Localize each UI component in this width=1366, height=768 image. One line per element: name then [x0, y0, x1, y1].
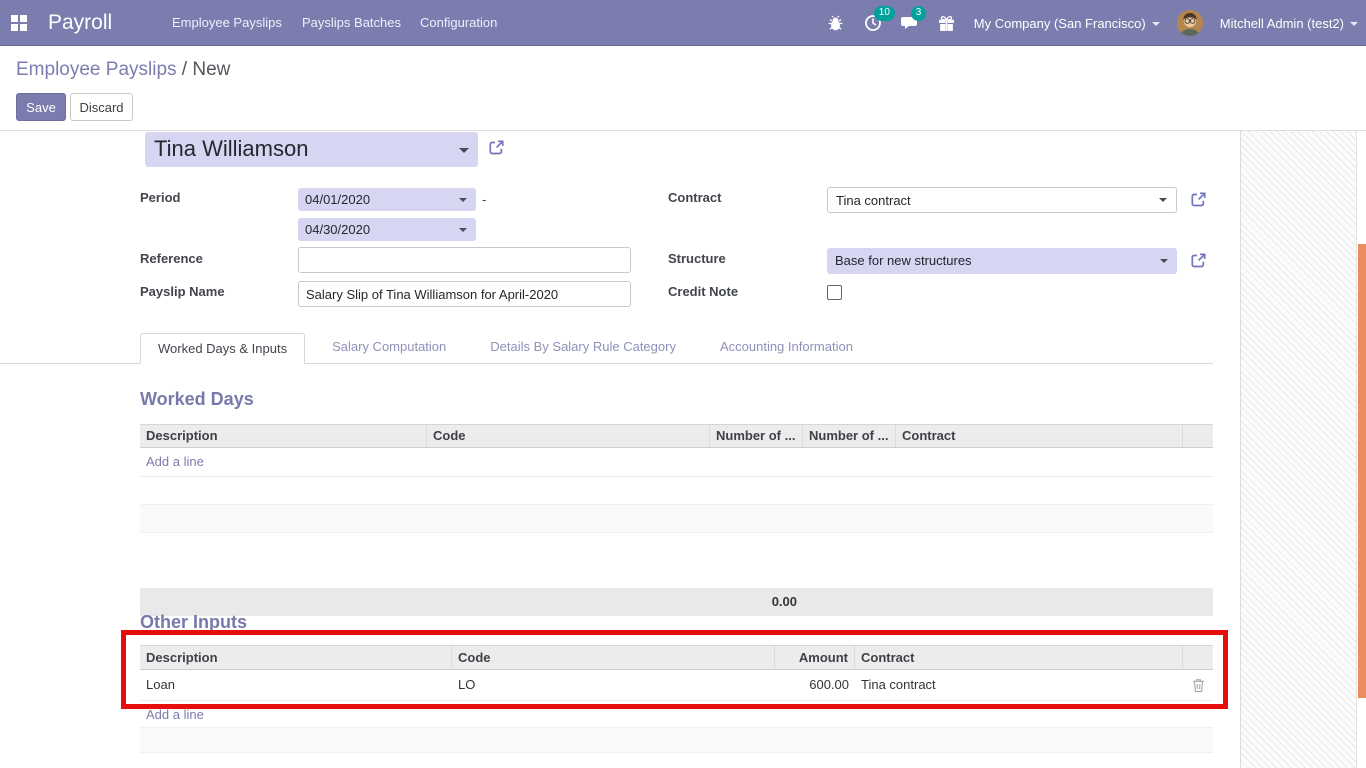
menu-payslips-batches[interactable]: Payslips Batches	[302, 0, 401, 46]
worked-days-add-line-row: Add a line	[140, 448, 1213, 477]
payroll-app-window: Payroll Employee Payslips Payslips Batch…	[0, 0, 1366, 768]
worked-days-table: Description Code Number of ... Number of…	[140, 424, 1213, 616]
contract-field[interactable]: Tina contract	[827, 187, 1177, 213]
chevron-down-icon	[1159, 198, 1167, 202]
column-header-contract[interactable]: Contract	[855, 646, 1183, 669]
structure-field[interactable]: Base for new structures	[827, 248, 1177, 274]
menu-employee-payslips[interactable]: Employee Payslips	[172, 0, 282, 46]
user-menu[interactable]: Mitchell Admin (test2)	[1220, 16, 1358, 31]
worked-days-total-row: 0.00	[140, 588, 1213, 616]
empty-row	[140, 477, 1213, 505]
empty-row	[140, 727, 1213, 753]
empty-row	[140, 533, 1213, 561]
save-button[interactable]: Save	[16, 93, 66, 121]
worked-days-add-a-line-link[interactable]: Add a line	[146, 454, 204, 469]
reference-label: Reference	[140, 251, 203, 266]
payslip-name-input[interactable]	[298, 281, 631, 307]
credit-note-checkbox[interactable]	[827, 285, 842, 300]
menu-configuration[interactable]: Configuration	[420, 0, 497, 46]
structure-external-link-icon[interactable]	[1190, 252, 1207, 269]
tab-worked-days-inputs[interactable]: Worked Days & Inputs	[140, 333, 305, 364]
debug-bug-icon[interactable]	[826, 13, 846, 33]
trash-icon[interactable]	[1183, 670, 1213, 700]
row-description-cell[interactable]: Loan	[140, 670, 452, 700]
tab-salary-computation[interactable]: Salary Computation	[315, 332, 463, 363]
activity-count-badge: 10	[874, 6, 895, 21]
payslip-name-label: Payslip Name	[140, 284, 225, 299]
contract-label: Contract	[668, 190, 721, 205]
top-navbar: Payroll Employee Payslips Payslips Batch…	[0, 0, 1366, 46]
breadcrumb-current: New	[192, 59, 230, 80]
scrollbar-thumb[interactable]	[1358, 244, 1366, 698]
activities-clock-icon[interactable]: 10	[863, 13, 883, 33]
breadcrumb: Employee Payslips / New	[16, 59, 230, 81]
period-to-value: 04/30/2020	[305, 222, 370, 237]
column-header-handle	[1183, 425, 1213, 447]
credit-note-label: Credit Note	[668, 284, 738, 299]
discard-button[interactable]: Discard	[70, 93, 133, 121]
column-header-number-of-hours[interactable]: Number of ...	[803, 425, 896, 447]
column-header-amount[interactable]: Amount	[775, 646, 855, 669]
structure-value: Base for new structures	[835, 253, 972, 268]
apps-menu-icon[interactable]	[10, 14, 28, 32]
message-count-badge: 3	[911, 6, 927, 21]
employee-external-link-icon[interactable]	[488, 139, 505, 156]
app-title[interactable]: Payroll	[48, 0, 112, 46]
period-to-field[interactable]: 04/30/2020	[298, 218, 476, 241]
company-name: My Company (San Francisco)	[974, 16, 1146, 31]
user-avatar[interactable]	[1177, 10, 1203, 36]
chevron-down-icon	[1160, 259, 1168, 263]
row-contract-cell[interactable]: Tina contract	[855, 670, 1183, 700]
row-code-cell[interactable]: LO	[452, 670, 775, 700]
chevron-down-icon	[459, 228, 467, 232]
empty-row	[140, 505, 1213, 533]
column-header-description[interactable]: Description	[140, 646, 452, 669]
worked-days-header-row: Description Code Number of ... Number of…	[140, 424, 1213, 448]
messages-chat-icon[interactable]: 3	[900, 13, 920, 33]
notebook-tabs: Worked Days & Inputs Salary Computation …	[0, 333, 1213, 364]
reference-input[interactable]	[298, 247, 631, 273]
chevron-down-icon	[459, 148, 469, 153]
column-header-handle	[1183, 646, 1213, 669]
other-inputs-table: Description Code Amount Contract Loan LO…	[140, 645, 1213, 753]
period-from-value: 04/01/2020	[305, 192, 370, 207]
other-inputs-add-line-row: Add a line	[140, 701, 1213, 727]
column-header-contract[interactable]: Contract	[896, 425, 1183, 447]
period-separator: -	[482, 192, 486, 207]
table-row[interactable]: Loan LO 600.00 Tina contract	[140, 670, 1213, 701]
contract-value: Tina contract	[836, 193, 911, 208]
period-label: Period	[140, 190, 180, 205]
chevron-down-icon	[1152, 22, 1160, 26]
tab-accounting-information[interactable]: Accounting Information	[703, 332, 870, 363]
column-header-code[interactable]: Code	[427, 425, 710, 447]
user-name: Mitchell Admin (test2)	[1220, 16, 1344, 31]
breadcrumb-separator: /	[177, 59, 193, 80]
navbar-systray: 10 3 My Company (San Francisco) Mitchell…	[826, 0, 1358, 46]
other-inputs-header-row: Description Code Amount Contract	[140, 645, 1213, 670]
chevron-down-icon	[459, 198, 467, 202]
control-panel: Employee Payslips / New Save Discard	[0, 46, 1366, 131]
gift-icon[interactable]	[937, 13, 957, 33]
sheet-margin-hatch	[1240, 131, 1356, 768]
vertical-scrollbar[interactable]	[1356, 131, 1366, 768]
worked-days-title: Worked Days	[140, 389, 254, 410]
contract-external-link-icon[interactable]	[1190, 191, 1207, 208]
company-switcher[interactable]: My Company (San Francisco)	[974, 16, 1160, 31]
employee-name: Tina Williamson	[154, 136, 308, 162]
structure-label: Structure	[668, 251, 726, 266]
row-delete-cell	[1183, 670, 1213, 700]
period-from-field[interactable]: 04/01/2020	[298, 188, 476, 211]
other-inputs-add-a-line-link[interactable]: Add a line	[146, 707, 204, 722]
breadcrumb-parent-link[interactable]: Employee Payslips	[16, 59, 177, 80]
column-header-code[interactable]: Code	[452, 646, 775, 669]
employee-field[interactable]: Tina Williamson	[145, 132, 478, 167]
column-header-description[interactable]: Description	[140, 425, 427, 447]
column-header-number-of-days[interactable]: Number of ...	[710, 425, 803, 447]
row-amount-cell[interactable]: 600.00	[775, 670, 855, 700]
other-inputs-title: Other Inputs	[140, 612, 247, 633]
tab-details-by-salary-rule-category[interactable]: Details By Salary Rule Category	[473, 332, 693, 363]
chevron-down-icon	[1350, 22, 1358, 26]
